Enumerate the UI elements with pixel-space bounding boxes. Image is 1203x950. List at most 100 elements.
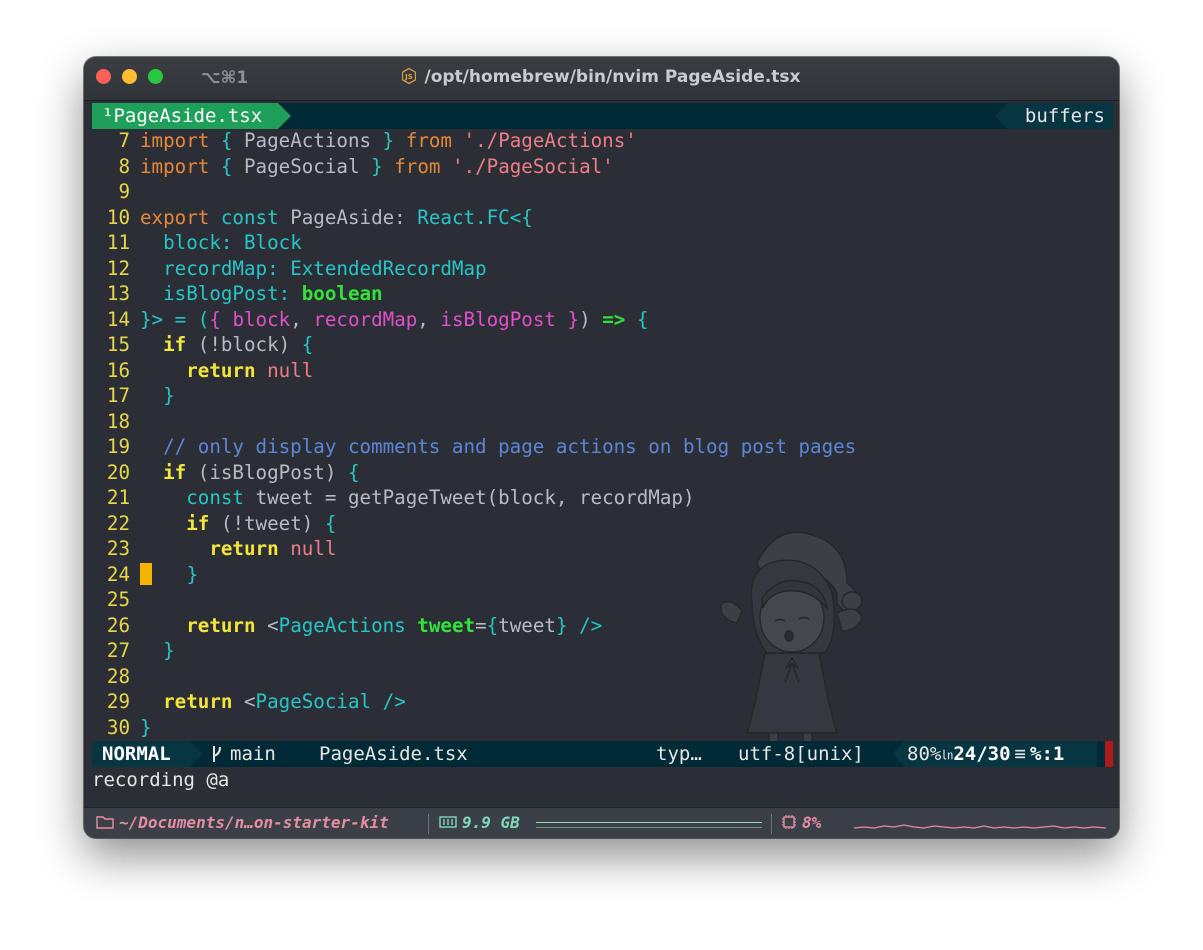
token: return: [163, 690, 233, 713]
token: recordMap:: [163, 256, 279, 280]
mode-indicator: NORMAL: [92, 741, 190, 767]
line-number: 7: [118, 129, 130, 152]
code-line: 15 if (!block) {: [92, 332, 1113, 358]
status-line: NORMAL main PageAside.tsx typ… utf-8[uni…: [92, 741, 1113, 767]
token: {: [636, 307, 649, 331]
code-line: 17 }: [92, 383, 1113, 409]
code-line: 19 // only display comments and page act…: [92, 434, 1113, 460]
line-number: 28: [106, 664, 130, 688]
code-line: 29 return <PageSocial />: [92, 689, 1113, 715]
token: <: [267, 613, 279, 637]
divider: [428, 814, 429, 834]
title-bar: ⌥⌘1 JS /opt/homebrew/bin/nvim PageAside.…: [84, 57, 1119, 101]
code-line: 28: [92, 664, 1113, 690]
nodejs-icon: JS: [402, 68, 417, 84]
token: }: [567, 307, 580, 331]
token: ): [579, 307, 591, 331]
ln-icon: ㏑: [941, 748, 954, 762]
token: isBlogPost:: [163, 282, 291, 305]
token: }: [163, 384, 175, 407]
line-number: 26: [106, 613, 130, 637]
token: React.FC<{: [417, 205, 533, 229]
line-number: 16: [106, 358, 130, 382]
line-number: 22: [106, 511, 130, 535]
memory-value: 9.9 GB: [462, 813, 520, 832]
token: }: [371, 154, 383, 178]
line-number: 9: [118, 180, 130, 203]
cpu-value: 8%: [802, 813, 822, 832]
status-encoding: utf-8[unix]: [738, 743, 864, 765]
code-line: 24 }: [92, 562, 1113, 588]
token: tweet = getPageTweet(block, recordMap): [255, 486, 695, 509]
line-number: 17: [106, 384, 130, 407]
tab-pageaside[interactable]: ¹PageAside.tsx: [92, 103, 278, 129]
branch-name: main: [230, 743, 276, 765]
token: <: [243, 690, 256, 713]
cwd-path-wrap[interactable]: ~/Documents/n…on-starter-kit: [96, 813, 389, 832]
token: // only display comments and page action…: [163, 435, 857, 458]
code-line: 12 recordMap: ExtendedRecordMap: [92, 256, 1113, 282]
line-number: 25: [106, 588, 130, 611]
status-position: 80%㏑24/30 ≡ %:1: [905, 741, 1097, 767]
token: return: [186, 358, 256, 382]
line-number: 14: [106, 307, 130, 331]
code-line: 7 import { PageActions } from './PageActi…: [92, 128, 1113, 154]
code-line: 11 block: Block: [92, 230, 1113, 256]
memory-icon: [439, 816, 457, 828]
token: {: [324, 511, 337, 535]
memory-usage: 9.9 GB: [439, 813, 520, 832]
status-percent: 80%: [907, 743, 942, 765]
token: ,: [290, 307, 302, 331]
status-filetype: typ…: [656, 743, 702, 765]
line-number: 8: [118, 154, 130, 178]
token: return: [209, 537, 279, 560]
code-line: 22 if (!tweet) {: [92, 511, 1113, 537]
token: (!tweet): [220, 511, 314, 535]
token: (isBlogPost): [197, 460, 337, 484]
line-number: 23: [106, 537, 130, 560]
token: boolean: [301, 282, 383, 305]
code-line: 23 return null: [92, 536, 1113, 562]
token: if: [163, 333, 187, 356]
token: isBlogPost: [440, 307, 556, 331]
token: './PageActions': [463, 129, 637, 152]
token: null: [290, 537, 337, 560]
token: PageActions: [278, 613, 406, 637]
cpu-graph: [854, 824, 1106, 829]
token: }> = (: [140, 307, 210, 331]
status-warning-block: [1105, 741, 1113, 767]
token: PageSocial: [255, 690, 372, 713]
window-title: /opt/homebrew/bin/nvim PageAside.tsx: [424, 67, 801, 87]
code-line: 10 export const PageAside: React.FC<{: [92, 205, 1113, 231]
token: recordMap: [313, 307, 418, 331]
line-number: 30: [106, 715, 130, 739]
token: (!block): [197, 333, 291, 356]
code-editor[interactable]: 7 import { PageActions } from './PageActi…: [92, 128, 1113, 758]
code-line: 30}: [92, 715, 1113, 741]
command-line[interactable]: recording @a: [92, 767, 229, 793]
svg-text:JS: JS: [405, 73, 414, 81]
buffers-label[interactable]: buffers: [1008, 103, 1113, 129]
code-line: 21 const tweet = getPageTweet(block, rec…: [92, 485, 1113, 511]
line-number: 15: [106, 333, 130, 356]
code-line: 20 if (isBlogPost) {: [92, 460, 1113, 486]
token: }: [163, 639, 175, 662]
line-number: 10: [106, 205, 130, 229]
token: }: [555, 613, 568, 637]
buffers-separator: [995, 103, 1008, 129]
token: {: [209, 307, 221, 331]
code-line: 8 import { PageSocial } from './PageSocia…: [92, 154, 1113, 180]
token: }: [382, 129, 395, 152]
token: return: [186, 613, 256, 637]
token: PageSocial: [244, 154, 360, 178]
cpu-icon: [782, 815, 796, 829]
token: PageAside:: [290, 205, 406, 229]
terminal-status-bar: ~/Documents/n…on-starter-kit 9.9 GB 8%: [84, 807, 1119, 838]
code-line: 26 return <PageActions tweet={tweet} />: [92, 613, 1113, 639]
token: Block: [243, 231, 302, 254]
token: tweet: [417, 613, 476, 637]
memory-graph: [536, 822, 762, 823]
status-col-label: %:: [1030, 743, 1053, 765]
line-number: 19: [106, 435, 130, 458]
folder-icon: [96, 816, 114, 829]
